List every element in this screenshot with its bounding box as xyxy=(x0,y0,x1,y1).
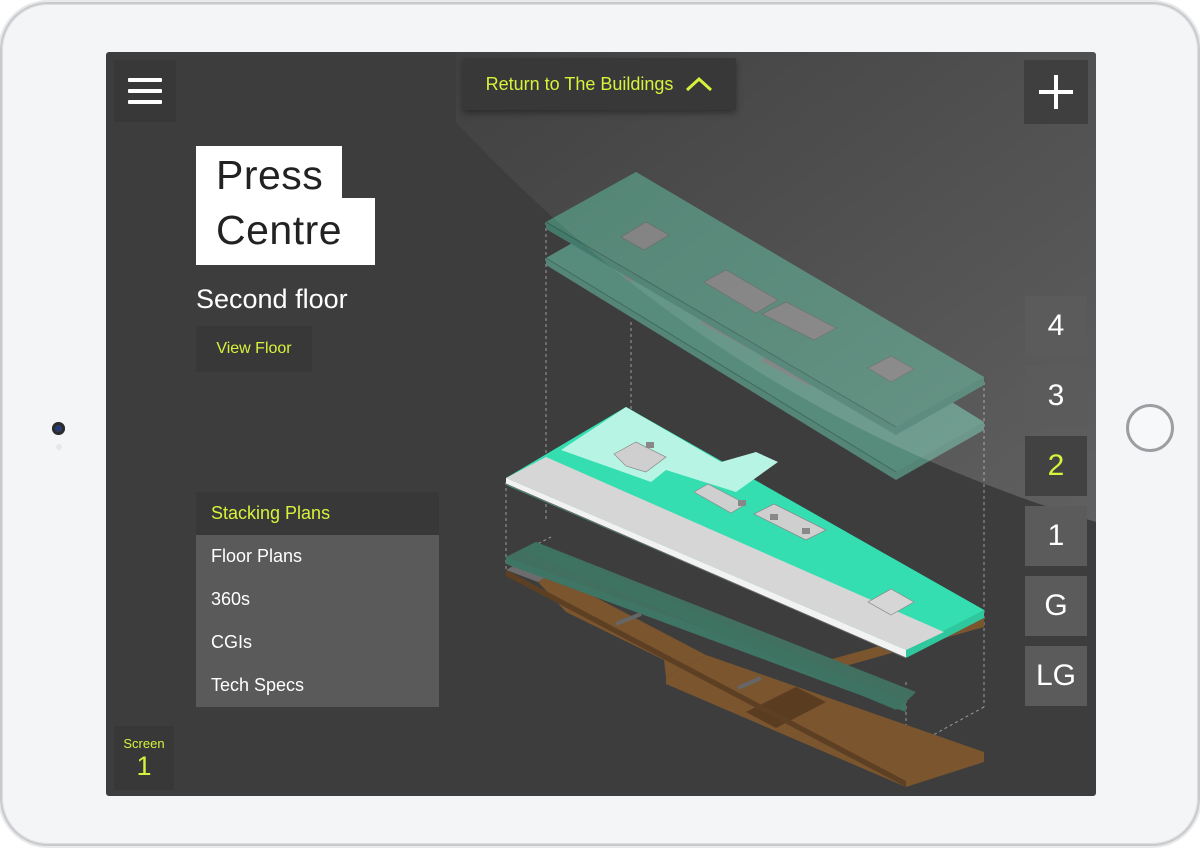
sensor-dot xyxy=(56,444,62,450)
camera-icon xyxy=(52,422,65,435)
menu-item-tech-specs[interactable]: Tech Specs xyxy=(196,664,439,707)
plus-icon xyxy=(1039,75,1073,109)
return-label: Return to The Buildings xyxy=(485,73,674,94)
floor-button-2[interactable]: 2 xyxy=(1025,436,1087,496)
home-button[interactable] xyxy=(1126,404,1174,452)
floor-button-g[interactable]: G xyxy=(1025,576,1087,636)
chevron-up-icon xyxy=(686,76,713,92)
building-name-line2: Centre xyxy=(216,207,343,253)
menu-item-360s[interactable]: 360s xyxy=(196,578,439,621)
screen-label: Screen xyxy=(123,736,165,751)
floor-button-4[interactable]: 4 xyxy=(1025,296,1087,356)
return-to-buildings-button[interactable]: Return to The Buildings xyxy=(463,58,736,110)
floor-selector: 4 3 2 1 G LG xyxy=(1025,296,1087,716)
hamburger-menu-icon[interactable] xyxy=(114,60,176,122)
view-floor-button[interactable]: View Floor xyxy=(196,326,312,372)
floor-button-3[interactable]: 3 xyxy=(1025,366,1087,426)
screen-indicator[interactable]: Screen 1 xyxy=(114,726,174,790)
floor-button-lg[interactable]: LG xyxy=(1025,646,1087,706)
floor-button-1[interactable]: 1 xyxy=(1025,506,1087,566)
menu-item-floor-plans[interactable]: Floor Plans xyxy=(196,535,439,578)
menu-item-cgis[interactable]: CGIs xyxy=(196,621,439,664)
app-screen: Return to The Buildings Press Centre Sec… xyxy=(106,52,1096,796)
floor-title: Second floor xyxy=(196,284,348,314)
screen-number: 1 xyxy=(136,751,152,781)
add-button[interactable] xyxy=(1024,60,1088,124)
building-name-line1: Press xyxy=(216,152,324,198)
menu-item-stacking-plans[interactable]: Stacking Plans xyxy=(196,492,439,535)
section-menu: Stacking Plans Floor Plans 360s CGIs Tec… xyxy=(196,492,439,707)
